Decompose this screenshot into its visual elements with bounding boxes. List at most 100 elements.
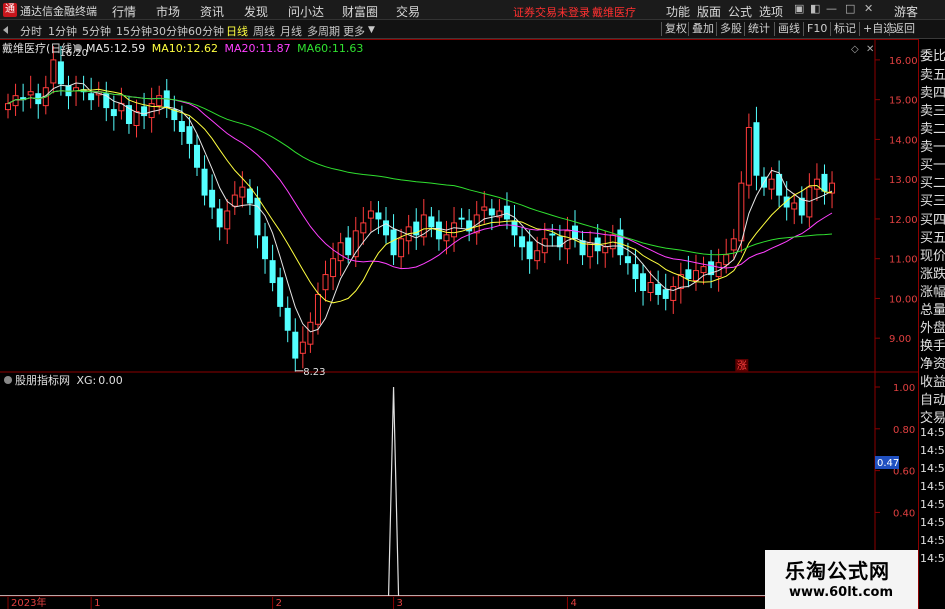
date-tick: 2 — [276, 598, 282, 609]
skin-icon[interactable]: ◧ — [810, 2, 820, 15]
guest-user[interactable]: 游客 — [894, 3, 918, 20]
menu-item-quotes[interactable]: 行情 — [112, 3, 136, 20]
back-button[interactable]: 返回 — [889, 22, 918, 36]
kline-chart[interactable]: 16.0015.0014.0013.0012.0011.0010.009.001… — [0, 39, 945, 609]
side-panel-item[interactable]: 14:56 — [920, 444, 945, 457]
side-panel-item[interactable]: 换手 — [920, 335, 945, 354]
side-panel-item[interactable]: 总量 — [920, 299, 945, 318]
side-panel-item[interactable]: 14:56 — [920, 426, 945, 439]
ma10-label: MA10: — [152, 42, 187, 55]
side-panel-item[interactable]: 现价 — [920, 245, 945, 264]
period-15min[interactable]: 15分钟 — [116, 23, 152, 39]
multi-stock-button[interactable]: 多股 — [716, 22, 745, 36]
minimize-icon[interactable]: — — [826, 2, 837, 15]
stats-button[interactable]: 统计 — [744, 22, 773, 36]
side-panel-item[interactable]: 卖二 — [920, 118, 945, 137]
overlay-button[interactable]: 叠加 — [688, 22, 717, 36]
login-warning[interactable]: 证券交易未登录 — [513, 4, 590, 20]
side-panel-item[interactable]: 交易 — [920, 407, 945, 426]
side-panel-item[interactable]: 14:56 — [920, 552, 945, 565]
candle-body — [50, 59, 57, 84]
side-panel-item[interactable]: 净资 — [920, 353, 945, 372]
close-icon[interactable]: ✕ — [864, 2, 873, 15]
side-panel-item[interactable]: 涨幅 — [920, 281, 945, 300]
low-price-label: 8.23 — [303, 367, 325, 378]
app-title: 通达信金融终端 — [20, 5, 97, 18]
menu-item-function[interactable]: 功能 — [666, 3, 690, 20]
candle-body — [632, 264, 639, 280]
ma-legend: MA5:12.59 MA10:12.62 MA20:11.87 MA60:11.… — [86, 42, 363, 55]
menu-item-fortune[interactable]: 财富圈 — [342, 3, 378, 20]
mark-button[interactable]: 标记 — [830, 22, 859, 36]
indicator-settings-icon[interactable] — [4, 376, 12, 384]
side-panel-item[interactable]: 卖四 — [920, 82, 945, 101]
period-30min[interactable]: 30分钟 — [152, 23, 188, 39]
side-panel-item[interactable]: 14:56 — [920, 498, 945, 511]
back-arrow-icon[interactable] — [3, 26, 8, 34]
date-tick: 3 — [397, 598, 403, 609]
period-60min[interactable]: 60分钟 — [188, 23, 224, 39]
candle-body — [821, 173, 828, 192]
menu-item-options[interactable]: 选项 — [759, 3, 783, 20]
period-monthly[interactable]: 月线 — [280, 23, 302, 39]
period-toolbar: 分时 1分钟 5分钟 15分钟 30分钟 60分钟 日线 周线 月线 多周期 更… — [0, 20, 945, 39]
panel-expand-icon[interactable]: ◇ — [851, 44, 859, 55]
period-5min[interactable]: 5分钟 — [82, 23, 111, 39]
menu-item-ask[interactable]: 问小达 — [288, 3, 324, 20]
draw-line-button[interactable]: 画线 — [774, 22, 803, 36]
side-panel-item[interactable]: 买二 — [920, 172, 945, 191]
menu-item-trade[interactable]: 交易 — [396, 3, 420, 20]
candle-body — [375, 212, 382, 220]
panel-close-icon[interactable]: ✕ — [866, 44, 874, 55]
period-more[interactable]: 更多 — [343, 23, 365, 39]
watermark: 乐淘公式网 www.60lt.com — [765, 550, 918, 609]
candle-body — [640, 273, 647, 291]
indicator-tick: 0.80 — [893, 425, 915, 436]
watermark-title: 乐淘公式网 — [785, 559, 890, 583]
side-panel-item[interactable]: 买四 — [920, 209, 945, 228]
menu-item-market[interactable]: 市场 — [156, 3, 180, 20]
menu-item-layout[interactable]: 版面 — [697, 3, 721, 20]
side-panel-item[interactable]: 14:56 — [920, 534, 945, 547]
user-icon[interactable]: ▣ — [794, 2, 804, 15]
side-panel-item[interactable]: 买三 — [920, 190, 945, 209]
side-panel-item[interactable]: 卖一 — [920, 136, 945, 155]
watermark-url: www.60lt.com — [789, 585, 894, 600]
candle-body — [647, 282, 654, 293]
f10-button[interactable]: F10 — [803, 22, 830, 36]
period-weekly[interactable]: 周线 — [253, 23, 275, 39]
side-panel-item[interactable]: 外盘 — [920, 317, 945, 336]
period-1min[interactable]: 1分钟 — [48, 23, 77, 39]
period-daily[interactable]: 日线 — [226, 23, 248, 39]
side-panel-item[interactable]: 14:56 — [920, 516, 945, 529]
price-axes: 16.0015.0014.0013.0012.0011.0010.009.001… — [7, 56, 918, 609]
ma5-value: 12.59 — [114, 42, 146, 55]
more-dropdown-icon[interactable]: ▼ — [368, 25, 375, 35]
side-panel-item[interactable]: 买五 — [920, 227, 945, 246]
side-panel-item[interactable]: 卖五 — [920, 64, 945, 83]
price-tick: 16.00 — [889, 56, 918, 67]
price-tick: 9.00 — [889, 334, 911, 345]
menu-bar: 通 通达信金融终端 行情 市场 资讯 发现 问小达 财富圈 交易 证券交易未登录… — [0, 0, 945, 20]
adjust-button[interactable]: 复权 — [661, 22, 690, 36]
side-panel-item[interactable]: 涨跌 — [920, 263, 945, 282]
candle-body — [133, 111, 140, 126]
side-panel-item[interactable]: 14:56 — [920, 480, 945, 493]
side-panel-item[interactable]: 收益 — [920, 371, 945, 390]
period-intraday[interactable]: 分时 — [20, 23, 42, 39]
candle-body — [345, 237, 352, 256]
candle-body — [692, 270, 699, 282]
menu-item-formula[interactable]: 公式 — [728, 3, 752, 20]
maximize-icon[interactable]: □ — [845, 2, 855, 15]
side-panel-item[interactable]: 自动 — [920, 389, 945, 408]
side-panel-item[interactable]: 14:56 — [920, 462, 945, 475]
ma10-value: 12.62 — [186, 42, 218, 55]
menu-item-discover[interactable]: 发现 — [244, 3, 268, 20]
menu-item-news[interactable]: 资讯 — [200, 3, 224, 20]
side-panel-item[interactable]: 卖三 — [920, 100, 945, 119]
side-panel-item[interactable]: 委比 — [920, 45, 945, 64]
period-multi[interactable]: 多周期 — [307, 23, 340, 39]
candle-body — [549, 233, 556, 236]
price-tick: 12.00 — [889, 215, 918, 226]
side-panel-item[interactable]: 买一 — [920, 154, 945, 173]
